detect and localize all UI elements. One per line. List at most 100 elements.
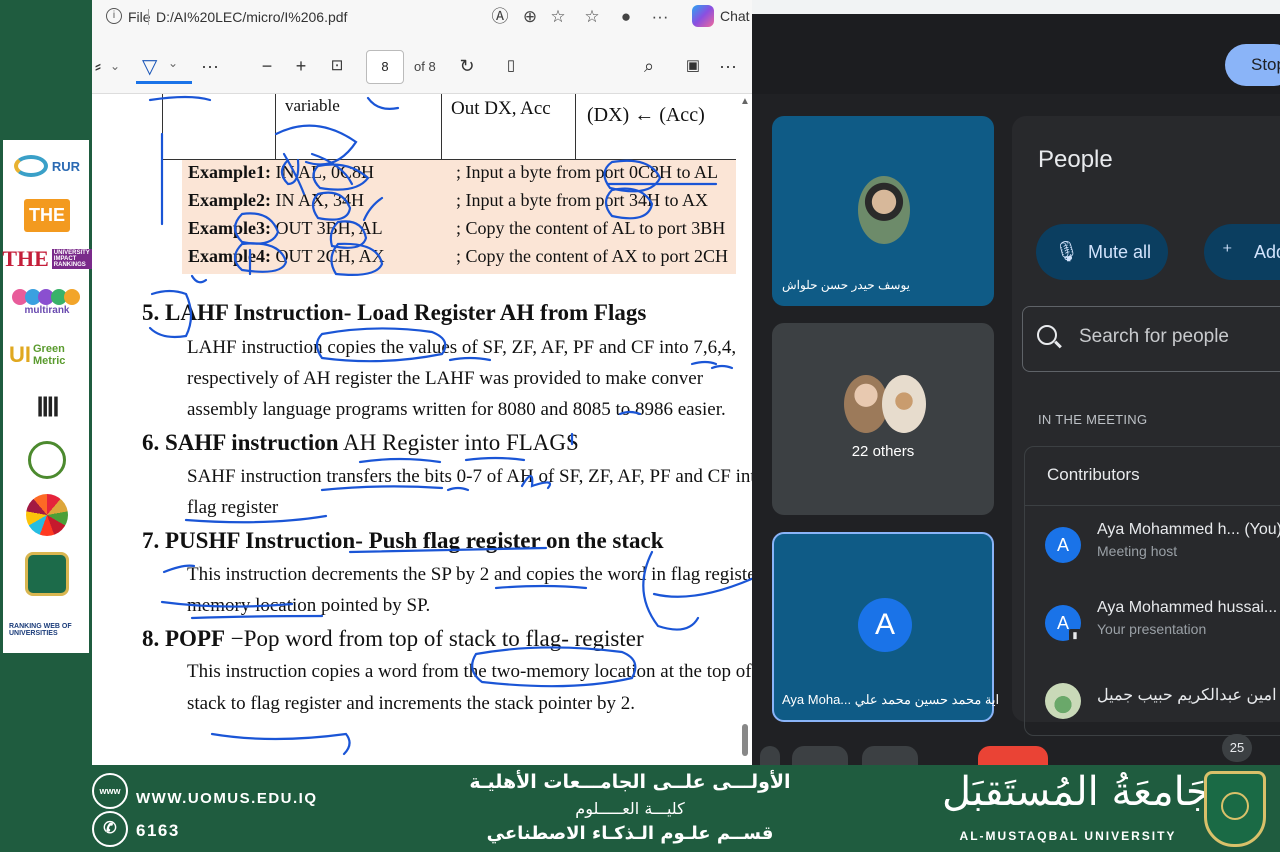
example-row: Example3: OUT 3BH, AL	[188, 218, 383, 238]
section-5-title: 5. LAHF Instruction- Load Register AH fr…	[142, 300, 647, 325]
favorites-list-icon[interactable]: ☆	[580, 5, 604, 29]
university-name-english: AL-MUSTAQBAL UNIVERSITY	[959, 829, 1177, 843]
example-comment: ; Input a byte from port 34H to AX	[456, 190, 708, 210]
participant-count-badge: 25	[1222, 734, 1252, 762]
info-icon[interactable]: i	[106, 8, 122, 24]
zoom-icon[interactable]: ⊕	[518, 5, 542, 29]
zoom-out-button[interactable]: −	[256, 53, 278, 79]
presentation-icon: ▮	[1069, 629, 1081, 641]
the-impact-logo: THE UNIVERSITY IMPACT RANKINGS	[2, 246, 92, 271]
more-options-icon[interactable]: ···	[648, 5, 672, 29]
page-total: of 8	[414, 59, 436, 74]
draw-tool-button[interactable]: ▽ ⌄	[136, 48, 192, 84]
mic-off-icon: 🎙	[1054, 241, 1080, 263]
others-tile[interactable]: 22 others	[772, 323, 994, 515]
page-view-icon[interactable]: ▯	[500, 53, 522, 79]
participant-avatar: A	[1045, 527, 1081, 563]
institution-pillars-icon: ⅢⅠ	[36, 391, 60, 422]
footer-arabic-line-2: كليـــة العـــــلوم	[575, 799, 685, 818]
greenmetric-logo: UI Green Metric	[9, 342, 66, 367]
add-person-icon: ⁺	[1222, 241, 1233, 263]
toolbar-more-icon[interactable]: ···	[716, 53, 740, 79]
participant-list-item[interactable]: امين عبدالكريم حبيب جميل	[1045, 677, 1280, 733]
participant-role: Meeting host	[1097, 543, 1178, 559]
rotate-icon[interactable]: ↻	[456, 53, 478, 79]
rankings-logo-panel: RUR THE THE UNIVERSITY IMPACT RANKINGS mu…	[2, 140, 92, 653]
section-7-title: 7. PUSHF Instruction- Push flag register…	[142, 528, 664, 553]
more-tools-icon[interactable]: ···	[198, 53, 222, 79]
participant-letter-avatar: A	[858, 598, 912, 652]
address-bar: i File D:/AI%20LEC/micro/I%206.pdf Ⓐ ⊕ ☆…	[92, 0, 752, 36]
examples-box: Example1: IN AL, 0C8H ; Input a byte fro…	[182, 160, 736, 274]
read-aloud-icon[interactable]: Ⓐ	[488, 5, 512, 29]
arab-union-wreath-logo	[9, 438, 85, 482]
example-comment: ; Copy the content of AX to port 2CH	[456, 246, 728, 266]
participant-name: Aya Moha... اية محمد حسين محمد علي	[782, 692, 1000, 707]
section-7-line: memory location pointed by SP.	[187, 595, 431, 616]
phone-text: 6163	[136, 821, 180, 840]
divider	[1025, 505, 1280, 506]
section-8-title: 8. POPF −Pop word from top of stack to f…	[142, 626, 644, 651]
search-placeholder: Search for people	[1079, 326, 1229, 347]
people-title: People	[1038, 146, 1113, 173]
address-separator	[148, 9, 149, 25]
scroll-thumb[interactable]	[742, 724, 748, 756]
section-8-line: stack to flag register and increments th…	[187, 693, 635, 714]
section-5-line: respectively of AH register the LAHF was…	[187, 368, 704, 389]
example-comment: ; Copy the content of AL to port 3BH	[456, 218, 726, 238]
table-cell-instruction: Out DX, Acc	[451, 98, 551, 119]
copilot-icon	[692, 5, 714, 27]
page-number-input[interactable]: 8	[366, 50, 404, 84]
meet-top-strip	[752, 0, 1280, 14]
stop-presenting-button[interactable]: Stop	[1225, 44, 1280, 86]
save-icon[interactable]: ▣	[682, 53, 704, 79]
active-speaker-tile[interactable]: A Aya Moha... اية محمد حسين محمد علي	[772, 532, 999, 722]
section-6-line: flag register	[187, 497, 279, 518]
participant-name: Aya Mohammed h... (You)	[1097, 521, 1280, 538]
in-meeting-heading: IN THE MEETING	[1038, 412, 1148, 427]
contributors-section: Contributors A Aya Mohammed h... (You) M…	[1024, 446, 1280, 736]
participant-tile[interactable]: يوسف حيدر حسن حلواش	[772, 116, 994, 306]
copilot-chat-button[interactable]: Chat	[686, 5, 750, 27]
rur-logo: RUR	[9, 146, 85, 186]
browser-window: i File D:/AI%20LEC/micro/I%206.pdf Ⓐ ⊕ ☆…	[92, 0, 752, 765]
scroll-up-arrow-icon[interactable]: ▲	[740, 96, 750, 107]
example-row: Example4: OUT 2CH, AX	[188, 246, 385, 266]
url-text[interactable]: D:/AI%20LEC/micro/I%206.pdf	[156, 9, 347, 25]
highlight-tool-partial-icon[interactable]: ⸗	[92, 53, 104, 79]
footer-arabic-line-1: الأولـــى علــى الجامـــعات الأهليـة	[469, 771, 791, 793]
meet-presentation-bar	[752, 14, 1280, 94]
example-row: Example2: IN AX, 34H	[188, 190, 364, 210]
university-seal-logo	[1204, 771, 1266, 847]
participant-photo-avatar	[1045, 683, 1081, 719]
fit-page-icon[interactable]: ⊡	[326, 53, 348, 79]
search-icon[interactable]: ⌕	[638, 53, 660, 79]
the-logo: THE	[9, 195, 85, 235]
highlight-dropdown-chevron-icon[interactable]: ⌄	[108, 53, 122, 79]
participant-name: Aya Mohammed hussai...	[1097, 599, 1278, 616]
draw-dropdown-chevron-icon: ⌄	[168, 56, 179, 70]
others-avatars	[844, 375, 934, 433]
www-icon: www	[92, 773, 128, 809]
mute-all-button[interactable]: 🎙 Mute all	[1036, 224, 1168, 280]
participant-list-item[interactable]: A ▮ Aya Mohammed hussai... Your presenta…	[1045, 599, 1280, 655]
search-people-input[interactable]: Search for people	[1022, 306, 1280, 372]
university-footer-banner: www WWW.UOMUS.EDU.IQ ✆ 6163 الأولـــى عل…	[0, 765, 1280, 852]
participant-name: يوسف حيدر حسن حلواش	[782, 278, 910, 292]
participant-name: امين عبدالكريم حبيب جميل	[1097, 687, 1277, 704]
profile-avatar-icon[interactable]: ●	[614, 5, 638, 29]
table-cell-operand: variable	[285, 96, 340, 115]
section-5-line: LAHF instruction copies the values of SF…	[187, 337, 737, 358]
add-people-button[interactable]: ⁺ Add	[1204, 224, 1280, 280]
pdf-scrollbar[interactable]: ▲	[740, 96, 750, 766]
section-7-line: This instruction decrements the SP by 2 …	[187, 564, 752, 585]
sdg-wheel-logo	[9, 492, 85, 538]
favorite-star-icon[interactable]: ☆	[546, 5, 570, 29]
participant-photo-avatar	[858, 176, 910, 244]
university-name-arabic: جَامعَةُ المُستَقبَل	[942, 769, 1211, 815]
pdf-page-view[interactable]: variable Out DX, Acc (DX) ← (Acc) Exampl…	[92, 94, 752, 765]
contributors-heading[interactable]: Contributors	[1047, 465, 1140, 485]
instruction-table-row: variable Out DX, Acc (DX) ← (Acc)	[162, 94, 736, 160]
participant-list-item[interactable]: A Aya Mohammed h... (You) Meeting host	[1045, 521, 1280, 577]
zoom-in-button[interactable]: +	[290, 53, 312, 79]
